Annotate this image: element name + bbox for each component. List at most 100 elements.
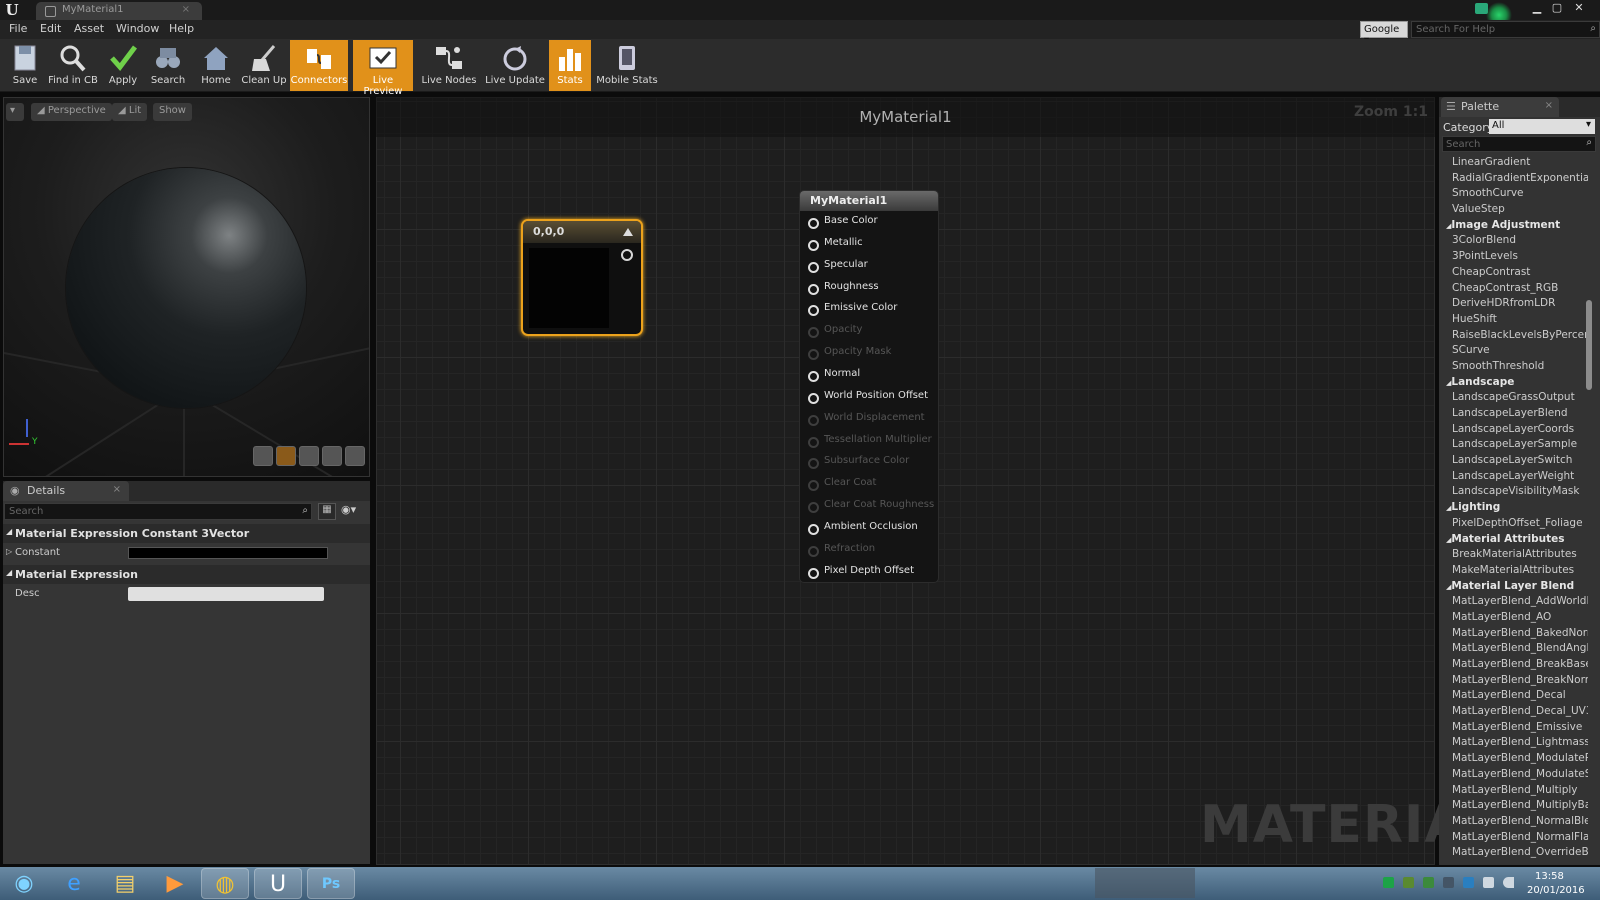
chrome-icon[interactable]: ◍ — [201, 868, 249, 899]
palette-item[interactable]: SCurve — [1442, 344, 1588, 360]
palette-item[interactable]: BreakMaterialAttributes — [1442, 548, 1588, 564]
palette-item[interactable]: RaiseBlackLevelsByPercer — [1442, 329, 1588, 345]
input-pin-roughness[interactable]: Roughness — [808, 281, 879, 299]
palette-scrollbar[interactable] — [1586, 300, 1592, 390]
start-orb-icon[interactable]: ◉ — [0, 868, 48, 899]
desc-input[interactable] — [128, 587, 324, 601]
input-pin-pixel-depth-offset[interactable]: Pixel Depth Offset — [808, 565, 914, 583]
palette-item[interactable]: LandscapeGrassOutput — [1442, 391, 1588, 407]
palette-item[interactable]: MatLayerBlend_OverrideB — [1442, 846, 1588, 862]
palette-search-input[interactable]: Search ⌕ — [1442, 136, 1596, 152]
unreal-icon[interactable]: U — [254, 868, 302, 899]
menu-edit[interactable]: Edit — [40, 22, 61, 35]
menu-file[interactable]: File — [9, 22, 27, 35]
palette-item[interactable]: MatLayerBlend_BreakBase — [1442, 658, 1588, 674]
input-pin-base-color[interactable]: Base Color — [808, 215, 878, 233]
toolbar-save-button[interactable]: Save — [5, 40, 45, 91]
section-constant-3vector[interactable]: ◢ Material Expression Constant 3Vector — [3, 524, 370, 543]
input-pin-specular[interactable]: Specular — [808, 259, 868, 277]
menu-help[interactable]: Help — [169, 22, 194, 35]
palette-item[interactable]: MatLayerBlend_Emissive — [1442, 721, 1588, 737]
tray-network-icon[interactable] — [1423, 877, 1434, 888]
palette-item[interactable]: 3PointLevels — [1442, 250, 1588, 266]
palette-item[interactable]: ValueStep — [1442, 203, 1588, 219]
minimize-icon[interactable]: ▁ — [1528, 1, 1546, 15]
details-search-input[interactable]: Search ⌕ — [4, 503, 312, 520]
palette-item[interactable]: 3ColorBlend — [1442, 234, 1588, 250]
toolbar-mobile-stats-button[interactable]: Mobile Stats — [593, 40, 661, 91]
palette-item[interactable]: MatLayerBlend_BakedNorr — [1442, 627, 1588, 643]
toolbar-live-update-button[interactable]: Live Update — [483, 40, 547, 91]
input-pin-world-position-offset[interactable]: World Position Offset — [808, 390, 928, 408]
close-window-icon[interactable]: ✕ — [1570, 1, 1588, 15]
mesh-preview-icon[interactable] — [345, 446, 365, 466]
palette-item[interactable]: HueShift — [1442, 313, 1588, 329]
tray-flag-icon[interactable] — [1483, 877, 1494, 888]
palette-category[interactable]: ◢Material Attributes — [1442, 533, 1588, 549]
details-tab[interactable]: ◉ Details × — [3, 481, 129, 501]
explorer-icon[interactable]: ▤ — [101, 868, 149, 899]
palette-item[interactable]: CheapContrast_RGB — [1442, 282, 1588, 298]
palette-item[interactable]: MatLayerBlend_MultiplyBa — [1442, 799, 1588, 815]
palette-category[interactable]: ◢Material Layer Blend — [1442, 580, 1588, 596]
visibility-eye-icon[interactable]: ◉▾ — [341, 503, 367, 520]
close-tab-icon[interactable]: × — [182, 4, 190, 15]
sphere-preview-icon[interactable] — [276, 446, 296, 466]
lit-button[interactable]: ◢ Lit — [112, 103, 148, 121]
cylinder-preview-icon[interactable] — [253, 446, 273, 466]
toolbar-find-in-cb-button[interactable]: Find in CB — [47, 40, 99, 91]
cube-preview-icon[interactable] — [322, 446, 342, 466]
palette-item[interactable]: MatLayerBlend_AddWorldF — [1442, 595, 1588, 611]
palette-item[interactable]: MatLayerBlend_BreakNorn — [1442, 674, 1588, 690]
palette-item[interactable]: DeriveHDRfromLDR — [1442, 297, 1588, 313]
palette-item[interactable]: MatLayerBlend_Decal — [1442, 689, 1588, 705]
close-palette-icon[interactable]: × — [1545, 100, 1553, 111]
palette-category[interactable]: ◢Lighting — [1442, 501, 1588, 517]
section-material-expression[interactable]: ◢ Material Expression — [3, 565, 370, 584]
palette-item[interactable]: MatLayerBlend_AO — [1442, 611, 1588, 627]
constant3vector-node[interactable]: 0,0,0 — [521, 219, 643, 336]
tray-update-icon[interactable] — [1383, 877, 1394, 888]
palette-tab[interactable]: ☰ Palette × — [1441, 97, 1559, 117]
menu-asset[interactable]: Asset — [74, 22, 104, 35]
palette-item[interactable]: MatLayerBlend_BlendAngle — [1442, 642, 1588, 658]
perspective-button[interactable]: ◢ Perspective — [31, 103, 112, 121]
clock-date[interactable]: 20/01/2016 — [1527, 885, 1585, 896]
preview-viewport[interactable]: ▾ ◢ Perspective ◢ Lit Show Y — [3, 97, 370, 477]
toolbar-apply-button[interactable]: Apply — [103, 40, 143, 91]
category-select[interactable]: All ▾ — [1489, 119, 1595, 134]
palette-item[interactable]: SmoothThreshold — [1442, 360, 1588, 376]
clock-time[interactable]: 13:58 — [1535, 871, 1564, 882]
toolbar-stats-button[interactable]: Stats — [549, 40, 591, 91]
palette-item[interactable]: MatLayerBlend_NormalBle — [1442, 815, 1588, 831]
palette-item[interactable]: MatLayerBlend_Multiply — [1442, 784, 1588, 800]
menu-window[interactable]: Window — [116, 22, 159, 35]
palette-item[interactable]: LandscapeVisibilityMask — [1442, 485, 1588, 501]
palette-item[interactable]: LandscapeLayerBlend — [1442, 407, 1588, 423]
search-engine-dropdown[interactable]: Google ▾ — [1360, 21, 1408, 46]
volume-icon[interactable] — [1503, 877, 1514, 888]
viewport-options-icon[interactable]: ▾ — [6, 103, 24, 121]
toolbar-search-button[interactable]: Search — [147, 40, 189, 91]
media-player-icon[interactable]: ▶ — [151, 868, 199, 899]
maximize-icon[interactable]: ▢ — [1548, 1, 1566, 15]
palette-item[interactable]: MatLayerBlend_Decal_UV3 — [1442, 705, 1588, 721]
input-pin-normal[interactable]: Normal — [808, 368, 860, 386]
input-pin-metallic[interactable]: Metallic — [808, 237, 863, 255]
tray-nvidia-icon[interactable] — [1403, 877, 1414, 888]
show-button[interactable]: Show — [153, 103, 192, 121]
help-search-input[interactable]: Search For Help ⌕ — [1411, 21, 1600, 38]
toolbar-connectors-button[interactable]: Connectors — [290, 40, 348, 91]
input-pin-ambient-occlusion[interactable]: Ambient Occlusion — [808, 521, 918, 539]
plane-preview-icon[interactable] — [299, 446, 319, 466]
palette-item[interactable]: MatLayerBlend_NormalFlat — [1442, 831, 1588, 847]
palette-item[interactable]: LandscapeLayerSwitch — [1442, 454, 1588, 470]
toolbar-live-preview-button[interactable]: Live Preview — [353, 40, 413, 97]
input-pin-emissive-color[interactable]: Emissive Color — [808, 302, 897, 320]
palette-item[interactable]: MatLayerBlend_ModulateS — [1442, 768, 1588, 784]
photoshop-icon[interactable]: Ps — [307, 868, 355, 899]
palette-item[interactable]: MakeMaterialAttributes — [1442, 564, 1588, 580]
expand-arrow-icon[interactable]: ▷ — [6, 547, 12, 556]
toolbar-clean-up-button[interactable]: Clean Up — [240, 40, 288, 91]
palette-item[interactable]: LinearGradient — [1442, 156, 1588, 172]
